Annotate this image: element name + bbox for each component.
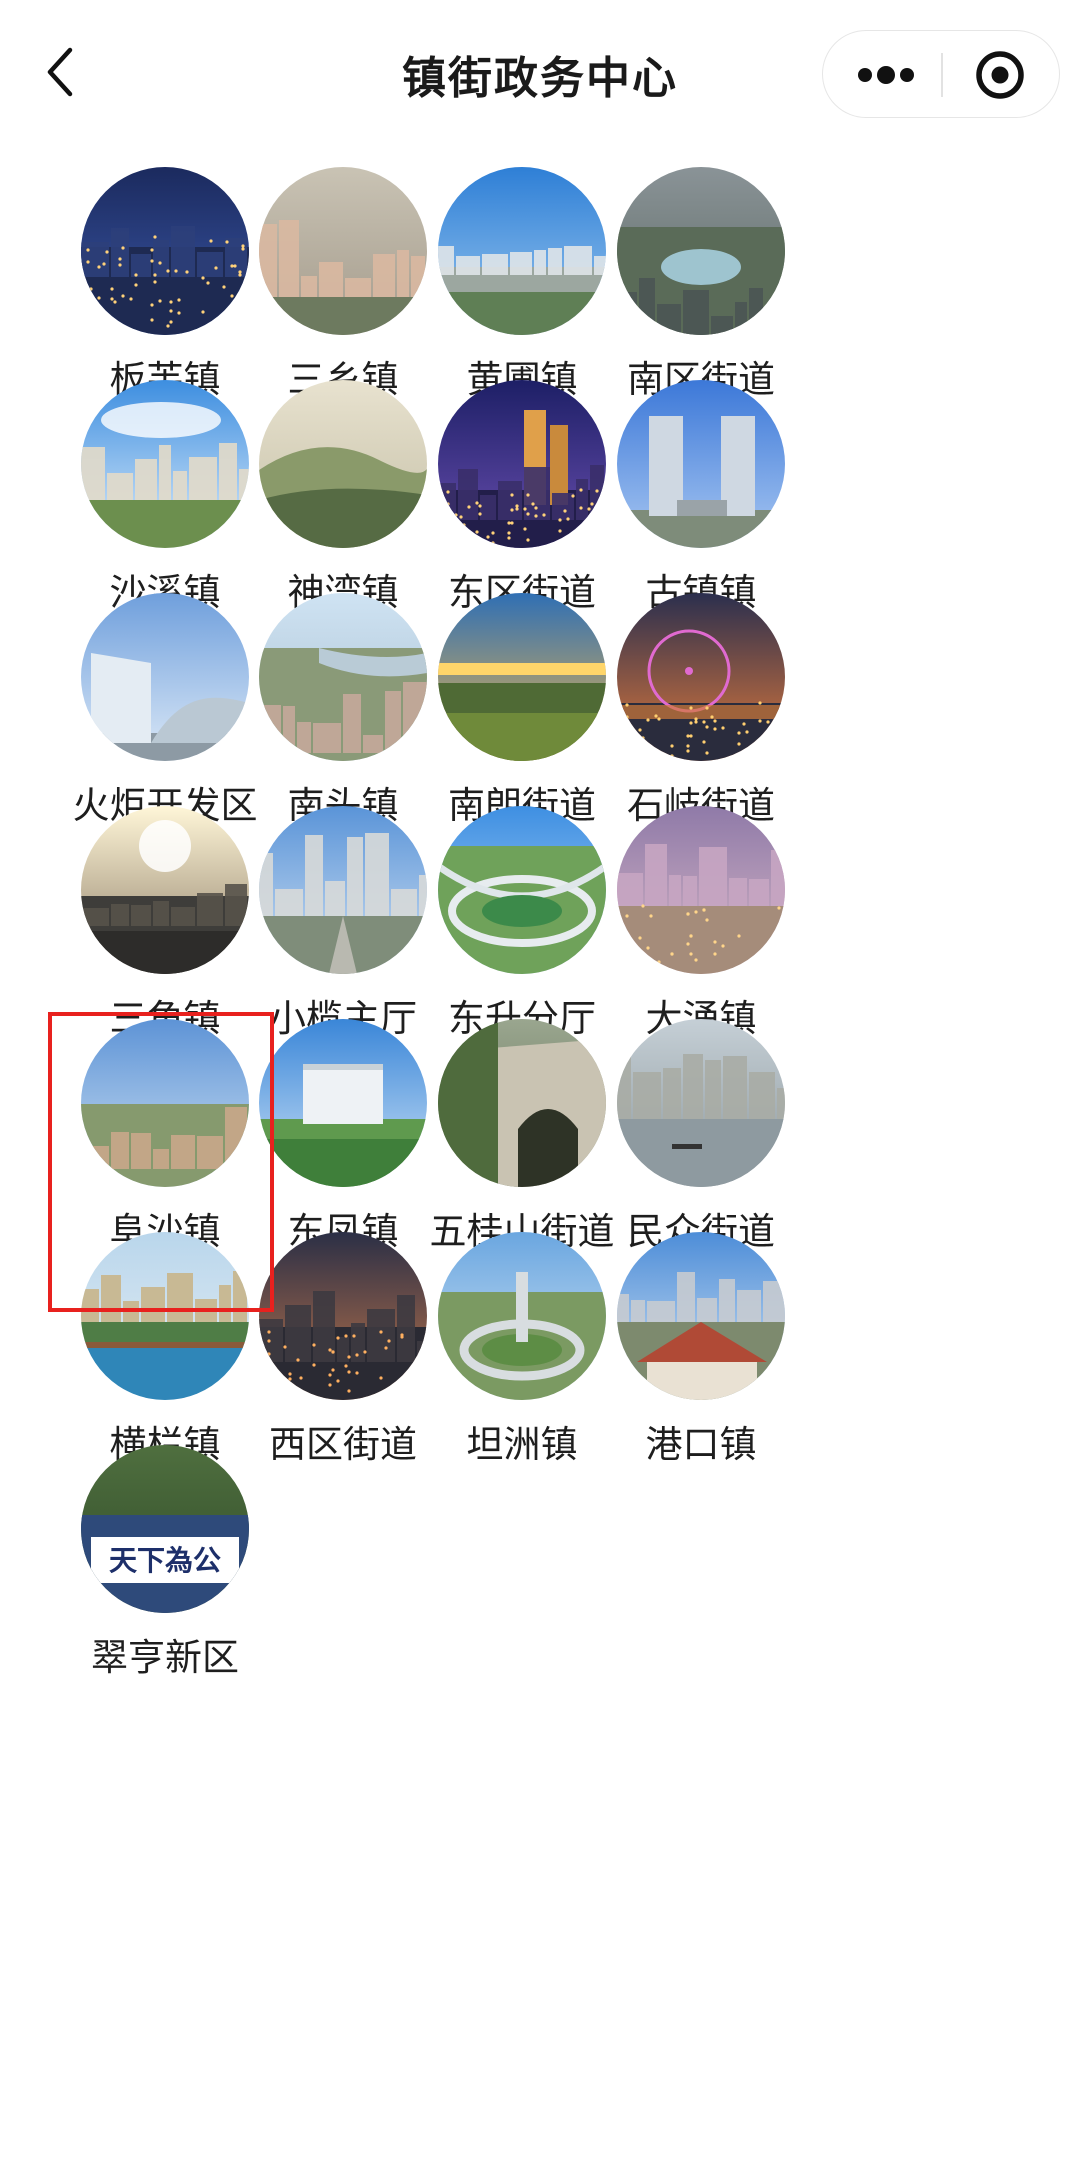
navigation-bar: 镇街政务中心: [0, 0, 1080, 150]
town-thumbnail: [617, 1019, 785, 1187]
capsule-divider: [941, 53, 943, 97]
chevron-left-icon: [47, 47, 73, 97]
town-thumbnail: [617, 380, 785, 548]
mini-program-capsule: [822, 30, 1060, 118]
town-item[interactable]: 天下為公 翠亨新区: [40, 1431, 290, 1721]
svg-text:天下為公: 天下為公: [109, 1544, 221, 1577]
town-thumbnail: [617, 167, 785, 335]
town-thumbnail: [617, 806, 785, 974]
town-thumbnail: [617, 593, 785, 761]
close-mini-program-button[interactable]: [955, 45, 1045, 105]
town-thumbnail: 天下為公: [81, 1445, 249, 1613]
more-menu-button[interactable]: [841, 45, 931, 105]
more-dots-icon: [858, 66, 914, 84]
town-label: 翠亨新区: [91, 1636, 239, 1679]
town-item[interactable]: 港口镇: [576, 1218, 826, 1508]
target-circle-icon: [976, 51, 1024, 99]
town-label: 港口镇: [645, 1423, 757, 1466]
back-button[interactable]: [40, 40, 84, 104]
town-thumbnail: [617, 1232, 785, 1400]
